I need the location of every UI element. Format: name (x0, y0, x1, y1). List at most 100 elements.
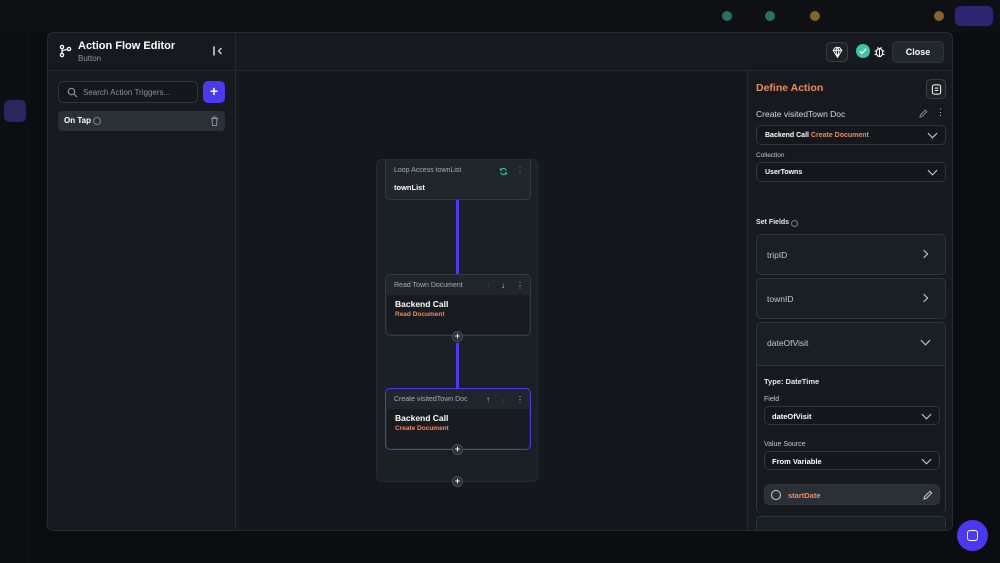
background-action-button (955, 6, 993, 26)
edit-icon[interactable] (923, 490, 933, 500)
trash-icon[interactable] (210, 116, 219, 126)
modal-header: Action Flow Editor Button Close (48, 33, 952, 71)
move-down-icon[interactable]: ↓ (501, 281, 505, 290)
diamond-icon (832, 46, 843, 59)
modal-title: Action Flow Editor (78, 40, 176, 52)
chevron-down-icon (921, 409, 932, 420)
field-config-panel: Type: DateTime Field dateOfVisit Value S… (757, 365, 945, 513)
node-title: Loop Access townList (394, 167, 462, 174)
node-sub-label: Create Document (395, 425, 449, 432)
field-type-label: Type: DateTime (764, 377, 820, 386)
field-row-tripid[interactable]: tripID (756, 234, 946, 275)
background-topbar (0, 0, 1000, 32)
field-label: Field (764, 396, 780, 403)
info-icon[interactable] (93, 117, 101, 125)
loop-icon (499, 167, 508, 176)
chat-icon (967, 530, 978, 541)
search-triggers-field[interactable] (58, 81, 198, 103)
header-title-area: Action Flow Editor Button (48, 33, 236, 71)
move-down-icon[interactable]: ↓ (501, 395, 505, 404)
background-sidebar-active (4, 100, 26, 122)
node-main-label: Backend Call (395, 413, 449, 423)
trigger-label: On Tap (64, 116, 91, 125)
set-fields-label: Set Fields (756, 219, 790, 226)
clock-icon (771, 490, 781, 500)
collection-label: Collection (756, 152, 785, 159)
info-icon[interactable] (791, 220, 798, 227)
background-status-dot (722, 11, 732, 21)
search-icon (67, 87, 78, 98)
field-row-townid[interactable]: townID (756, 278, 946, 319)
value-source-select[interactable]: From Variable (764, 451, 940, 470)
chevron-right-icon (919, 249, 929, 259)
read-town-document-node[interactable]: Read Town Document ↑ ↓ ⋮ Backend Call Re… (385, 274, 531, 336)
field-name: dateOfVisit (767, 338, 809, 348)
add-trigger-button[interactable]: + (203, 81, 225, 103)
edit-icon[interactable] (919, 109, 928, 118)
action-name: Create visitedTown Doc (756, 109, 846, 119)
trigger-item-on-tap[interactable]: On Tap (58, 111, 225, 131)
node-body: Backend Call Create Document (387, 409, 529, 448)
loop-container: Loop Access townList ⋮ townList Read Tow… (376, 159, 538, 487)
field-row-dateofvisit[interactable]: dateOfVisit Type: DateTime Field dateOfV… (756, 322, 946, 513)
action-type-label: Backend Call (765, 132, 809, 139)
chevron-down-icon (920, 335, 931, 346)
modal-subtitle: Button (78, 54, 102, 63)
add-action-button[interactable]: + (452, 476, 463, 487)
value-source-label: Value Source (764, 441, 806, 448)
field-select[interactable]: dateOfVisit (764, 406, 940, 425)
action-flow-icon (59, 44, 72, 58)
background-status-dot (934, 11, 944, 21)
action-subtype-label: Create Document (810, 132, 869, 139)
validation-check-icon[interactable] (856, 44, 870, 58)
action-flow-editor-modal: Action Flow Editor Button Close Search A… (47, 32, 953, 531)
node-body: Backend Call Read Document (387, 295, 529, 334)
action-type-value: Backend Call Create Document (765, 132, 869, 139)
flow-canvas[interactable]: Loop Access townList ⋮ townList Read Tow… (236, 71, 747, 530)
move-up-icon[interactable]: ↑ (486, 281, 490, 290)
chevron-right-icon (919, 293, 929, 303)
check-icon (859, 48, 867, 55)
field-select-value: dateOfVisit (772, 412, 812, 421)
move-up-icon[interactable]: ↑ (486, 395, 490, 404)
add-action-button[interactable]: + (452, 444, 463, 455)
collection-value: UserTowns (765, 169, 803, 176)
collection-select[interactable]: UserTowns (756, 162, 946, 182)
node-sub-label: Read Document (395, 311, 445, 318)
node-main-label: Backend Call (395, 299, 449, 309)
bug-icon[interactable] (873, 45, 886, 58)
field-name: townID (767, 294, 794, 304)
documentation-button[interactable] (926, 79, 946, 99)
create-visitedtown-doc-node[interactable]: Create visitedTown Doc ↑ ↓ ⋮ Backend Cal… (385, 388, 531, 450)
action-type-select[interactable]: Backend Call Create Document (756, 125, 946, 145)
chat-support-button[interactable] (957, 520, 988, 551)
chevron-down-icon (927, 165, 938, 176)
flow-connector (456, 200, 459, 274)
variable-name: startDate (788, 491, 821, 500)
node-title: Read Town Document (394, 282, 463, 289)
background-status-dot (765, 11, 775, 21)
chevron-down-icon (927, 128, 938, 139)
loop-node[interactable]: Loop Access townList ⋮ townList (385, 160, 531, 200)
background-status-dot (810, 11, 820, 21)
chevron-down-icon (921, 454, 932, 465)
field-name: tripID (767, 250, 788, 260)
add-action-button[interactable]: + (452, 331, 463, 342)
more-options-icon[interactable]: ⋮ (516, 166, 524, 175)
define-action-title: Define Action (756, 82, 824, 94)
search-triggers-input[interactable] (83, 85, 195, 99)
triggers-panel: + On Tap (48, 71, 236, 530)
more-options-icon[interactable]: ⋮ (936, 107, 945, 118)
diamond-button[interactable] (826, 42, 848, 62)
value-source-value: From Variable (772, 457, 822, 466)
node-main-label: townList (394, 183, 425, 192)
close-button[interactable]: Close (892, 41, 944, 63)
collapse-panel-icon[interactable] (212, 45, 224, 57)
more-options-icon[interactable]: ⋮ (516, 281, 524, 290)
variable-chip[interactable]: startDate (764, 484, 940, 505)
field-row-towndetail[interactable]: townDetail (756, 516, 946, 530)
define-action-panel: Define Action Create visitedTown Doc ⋮ B… (747, 71, 952, 530)
document-icon (931, 84, 942, 95)
more-options-icon[interactable]: ⋮ (516, 395, 524, 404)
flow-connector (456, 343, 459, 388)
